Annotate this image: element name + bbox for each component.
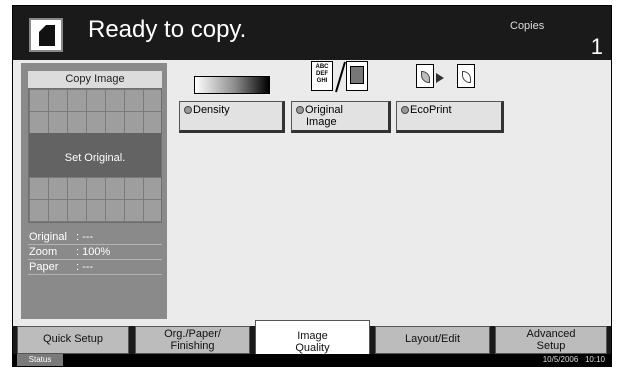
ecoprint-label: EcoPrint [410,104,452,116]
original-info: Original : --- [28,231,162,245]
radio-indicator-icon [401,106,409,114]
text-original-icon-text: ABC DEF GHI [315,64,329,84]
paper-info-label: Paper [29,261,59,273]
zoom-info-value: : 100% [76,246,111,258]
tab-advanced-setup-label-line1: Advanced [526,328,576,340]
tab-bar: Quick Setup Org./Paper/ Finishing Image … [13,320,611,354]
copy-image-preview: Set Original. [28,88,162,223]
ecoprint-leaf-outline-icon [457,64,475,88]
tab-layout-edit-label: Layout/Edit [404,333,461,345]
zoom-info: Zoom : 100% [28,246,162,260]
status-bar: Status 10/5/2006 10:10 [13,354,611,366]
original-image-label-line1: Original [305,104,343,116]
radio-indicator-icon [184,106,192,114]
status-button[interactable]: Status [17,354,63,366]
copies-label: Copies [510,20,545,32]
main-area: Copy Image Set Original. Original : --- Z… [13,60,611,326]
tab-quick-setup[interactable]: Quick Setup [17,326,129,354]
slash-icon [335,61,346,93]
tab-advanced-setup[interactable]: Advanced Setup [495,326,607,354]
ecoprint-button[interactable]: EcoPrint [396,101,504,133]
tab-org-paper-finishing-label-line1: Org./Paper/ [164,328,221,340]
original-image-button[interactable]: Original Image [291,101,391,133]
tab-image-quality-label-line1: Image [297,330,328,342]
arrow-right-icon [436,73,444,83]
copy-image-title: Copy Image [28,71,162,88]
paper-info-value: : --- [76,261,94,273]
header-bar: Ready to copy. Copies 1 [13,6,611,60]
original-info-value: : --- [76,231,94,243]
tab-quick-setup-label: Quick Setup [43,333,103,345]
text-original-icon: ABC DEF GHI [311,61,333,91]
tab-advanced-setup-label-line2: Setup [536,340,566,352]
date-time: 10/5/2006 10:10 [543,354,605,366]
document-icon [29,18,63,52]
tab-org-paper-finishing-label-line2: Finishing [170,340,215,352]
tab-org-paper-finishing[interactable]: Org./Paper/ Finishing [135,326,250,354]
copies-count: 1 [590,34,603,59]
tab-image-quality-label-line2: Quality [295,342,330,354]
ecoprint-leaf-icon [416,64,434,88]
density-button[interactable]: Density [179,101,285,133]
copier-screen: Ready to copy. Copies 1 Copy Image Set O… [12,5,612,367]
density-label: Density [193,104,230,116]
radio-indicator-icon [296,106,304,114]
tab-image-quality[interactable]: Image Quality [255,320,370,354]
status-date: 10/5/2006 [542,355,579,364]
copy-image-panel: Copy Image Set Original. Original : --- Z… [21,63,167,319]
original-image-label-line2: Image [306,116,337,128]
paper-info: Paper : --- [28,261,162,275]
photo-original-icon [346,61,368,91]
status-time: 10:10 [584,355,605,364]
tab-layout-edit[interactable]: Layout/Edit [375,326,490,354]
original-info-label: Original [29,231,67,243]
set-original-message: Set Original. [64,152,126,164]
density-gradient-icon [194,76,270,94]
zoom-info-label: Zoom [29,246,58,258]
status-title: Ready to copy. [88,16,247,43]
